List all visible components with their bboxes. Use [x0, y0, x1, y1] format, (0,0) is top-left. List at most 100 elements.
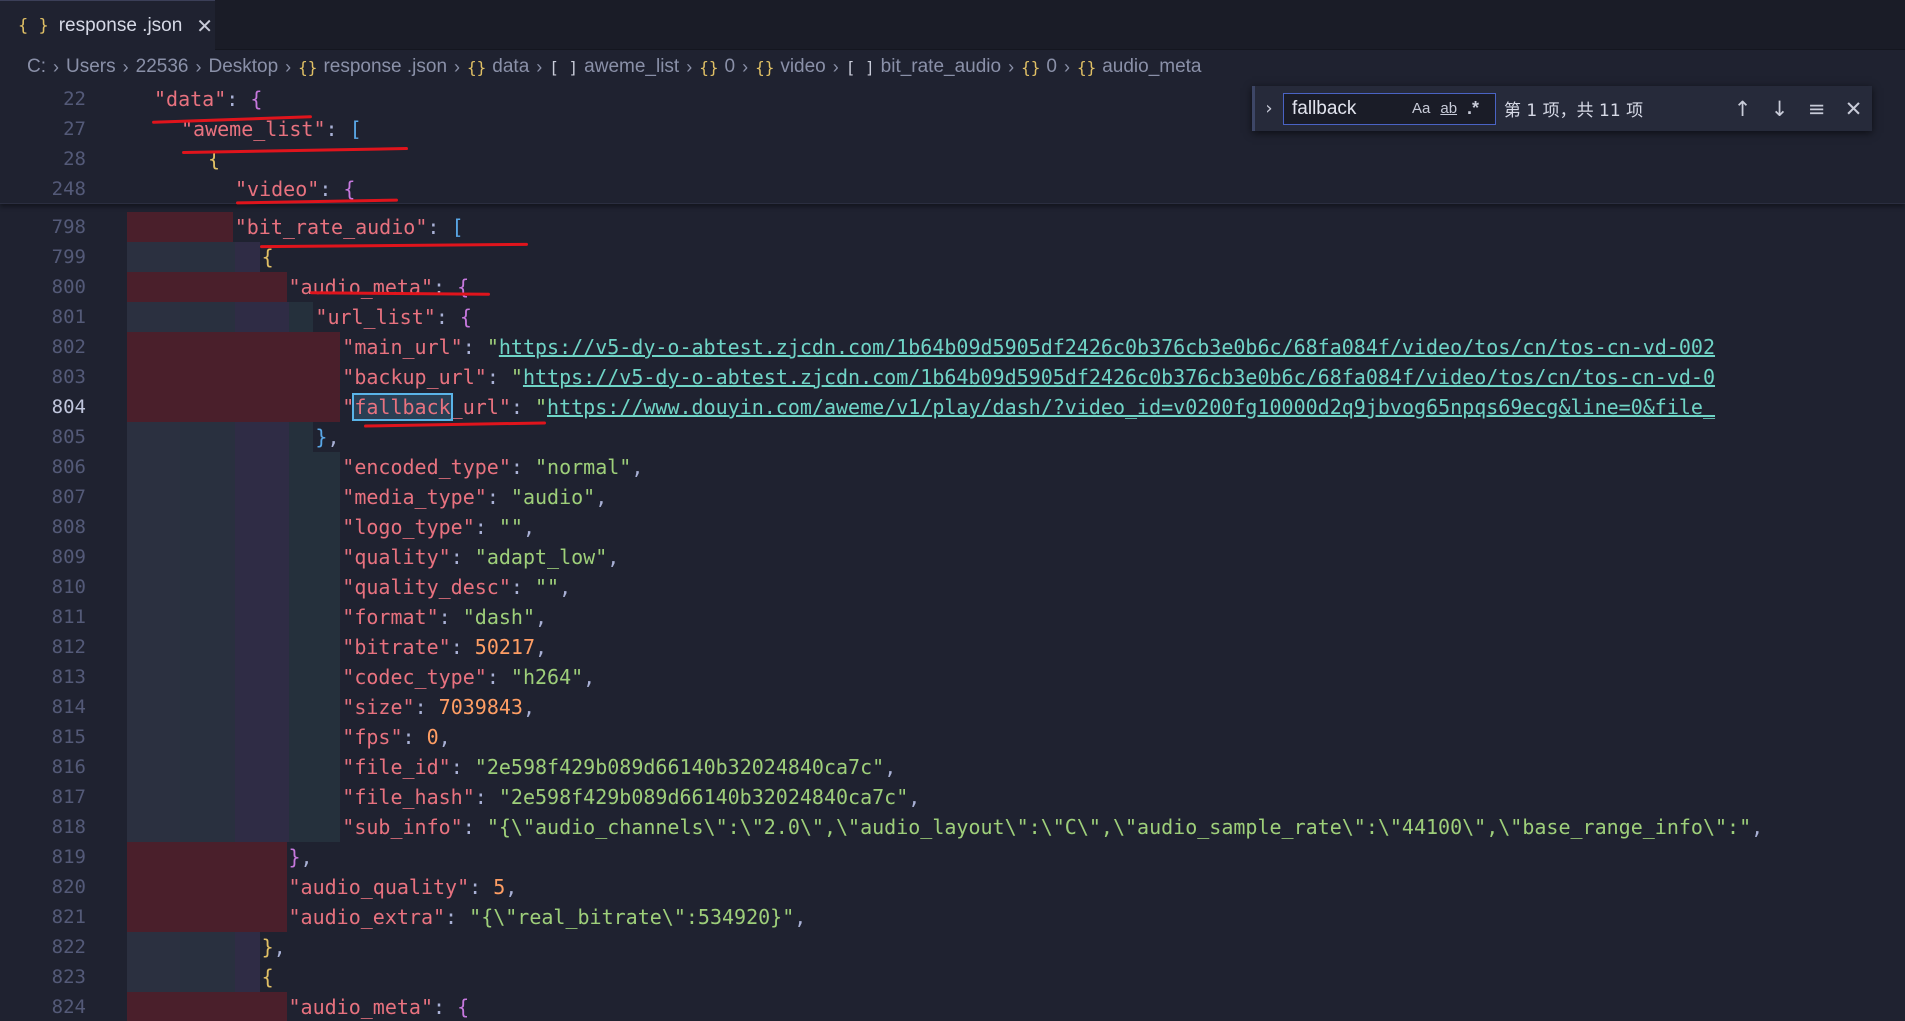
- line-number: 810: [51, 576, 86, 598]
- code-line[interactable]: 810 "quality_desc": "",: [0, 572, 1905, 602]
- line-number: 818: [51, 816, 86, 838]
- match-case-icon[interactable]: Aa: [1412, 100, 1430, 117]
- breadcrumb-label: data: [492, 56, 530, 77]
- line-number: 801: [51, 306, 86, 328]
- code-line[interactable]: 823 {: [0, 962, 1905, 992]
- line-number: 822: [51, 936, 86, 958]
- breadcrumb-item[interactable]: Desktop: [208, 56, 278, 78]
- code-line[interactable]: 806 "encoded_type": "normal",: [0, 452, 1905, 482]
- line-number: 812: [51, 636, 86, 658]
- json-key: bitrate: [354, 635, 439, 659]
- line-number: 808: [51, 516, 86, 538]
- find-in-selection-icon[interactable]: ≡: [1798, 97, 1835, 121]
- toggle-replace-icon[interactable]: ›: [1255, 98, 1283, 119]
- bracket: [: [451, 215, 464, 239]
- bracket: }: [261, 935, 274, 959]
- line-number: 807: [51, 486, 86, 508]
- code-line[interactable]: 818 "sub_info": "{\"audio_channels\":\"2.…: [0, 812, 1905, 842]
- bracket: }: [288, 845, 301, 869]
- code-line[interactable]: 807 "media_type": "audio",: [0, 482, 1905, 512]
- code-line[interactable]: 802 "main_url": "https://v5-dy-o-abtest.z…: [0, 332, 1905, 362]
- code-line[interactable]: 803 "backup_url": "https://v5-dy-o-abtest…: [0, 362, 1905, 392]
- next-match-icon[interactable]: ↓: [1761, 97, 1798, 121]
- code-line[interactable]: 800 "audio_meta": {: [0, 272, 1905, 302]
- breadcrumb-item[interactable]: [ ] aweme_list: [549, 56, 679, 78]
- previous-match-icon[interactable]: ↑: [1724, 97, 1761, 121]
- json-number: 7039843: [438, 695, 523, 719]
- json-key: size: [354, 695, 403, 719]
- code-line[interactable]: 815 "fps": 0,: [0, 722, 1905, 752]
- breadcrumb-item[interactable]: C:: [27, 56, 46, 78]
- breadcrumb-item[interactable]: {} 0: [699, 56, 735, 78]
- code-line[interactable]: 817 "file_hash": "2e598f429b089d66140b320…: [0, 782, 1905, 812]
- bracket: }: [315, 425, 328, 449]
- find-result-count: 第 1 项，共 11 项: [1504, 101, 1644, 121]
- breadcrumb-item[interactable]: [ ] bit_rate_audio: [846, 56, 1001, 78]
- code-line[interactable]: 801 "url_list": {: [0, 302, 1905, 332]
- code-line[interactable]: 809 "quality": "adapt_low",: [0, 542, 1905, 572]
- line-number: 800: [51, 276, 86, 298]
- code-line[interactable]: 816 "file_id": "2e598f429b089d66140b32024…: [0, 752, 1905, 782]
- line-number: 820: [51, 876, 86, 898]
- object-icon: {}: [1076, 57, 1097, 77]
- bracket: {: [261, 965, 274, 989]
- json-key: file_id: [354, 755, 439, 779]
- breadcrumb: C: › Users › 22536 › Desktop ›{} response .json ›…: [0, 50, 1905, 84]
- code-line[interactable]: 819},: [0, 842, 1905, 872]
- breadcrumb-item[interactable]: 22536: [136, 56, 189, 78]
- json-key: audio_quality: [300, 875, 458, 899]
- line-number: 823: [51, 966, 86, 988]
- line-number: 811: [51, 606, 86, 628]
- json-key: data: [166, 87, 215, 111]
- chevron-right-icon: ›: [832, 56, 839, 77]
- code-line[interactable]: 248 "video": {: [0, 174, 1905, 204]
- breadcrumb-item[interactable]: {} video: [755, 56, 826, 78]
- breadcrumb-item[interactable]: {} audio_meta: [1077, 56, 1202, 78]
- breadcrumb-item[interactable]: {} response .json: [298, 56, 447, 78]
- object-icon: {}: [298, 57, 318, 77]
- object-icon: {}: [1021, 57, 1041, 77]
- line-number: 22: [63, 88, 86, 110]
- code-line[interactable]: 808 "logo_type": "",: [0, 512, 1905, 542]
- code-editor[interactable]: 22 "data": { 27 "aweme_list": [ 28 { 248…: [0, 84, 1905, 1021]
- breadcrumb-item[interactable]: {} 0: [1021, 56, 1057, 78]
- close-icon[interactable]: ✕: [196, 14, 213, 38]
- bracket: {: [457, 995, 470, 1019]
- close-icon[interactable]: ✕: [1835, 97, 1872, 121]
- code-line[interactable]: 798 "bit_rate_audio": [: [0, 212, 1905, 242]
- object-icon: {}: [755, 57, 775, 77]
- code-line[interactable]: 821 "audio_extra": "{\"real_bitrate\":534…: [0, 902, 1905, 932]
- whole-word-icon[interactable]: ab: [1440, 100, 1457, 117]
- breadcrumb-item[interactable]: {} data: [467, 56, 529, 78]
- line-number: 803: [51, 366, 86, 388]
- find-input-box[interactable]: Aa ab .*: [1283, 92, 1496, 125]
- json-key: format: [354, 605, 427, 629]
- breadcrumb-label: response .json: [323, 56, 448, 77]
- code-line[interactable]: 811 "format": "dash",: [0, 602, 1905, 632]
- code-line[interactable]: 813 "codec_type": "h264",: [0, 662, 1905, 692]
- json-key: main_url: [354, 335, 451, 359]
- code-line[interactable]: 814 "size": 7039843,: [0, 692, 1905, 722]
- regex-icon[interactable]: .*: [1467, 98, 1479, 119]
- breadcrumb-item[interactable]: Users: [66, 56, 116, 78]
- tab-bar: { } response .json ✕: [0, 0, 1905, 50]
- json-key: file_hash: [354, 785, 463, 809]
- tab-response-json[interactable]: { } response .json ✕: [0, 0, 215, 50]
- code-line[interactable]: 812 "bitrate": 50217,: [0, 632, 1905, 662]
- json-key: bit_rate_audio: [246, 215, 416, 239]
- code-line[interactable]: 822},: [0, 932, 1905, 962]
- code-line[interactable]: 805},: [0, 422, 1905, 452]
- code-line[interactable]: 820 "audio_quality": 5,: [0, 872, 1905, 902]
- find-input[interactable]: [1292, 97, 1402, 120]
- line-number: 798: [51, 216, 86, 238]
- json-number: 50217: [474, 635, 535, 659]
- array-icon: [ ]: [549, 57, 579, 77]
- code-line[interactable]: 804 "fallback_url": "https://www.douyin.c…: [0, 392, 1905, 422]
- chevron-right-icon: ›: [686, 56, 693, 77]
- array-icon: [ ]: [845, 57, 875, 77]
- line-number: 819: [51, 846, 86, 868]
- json-string: 2e598f429b089d66140b32024840ca7c: [510, 785, 897, 809]
- line-number: 804: [51, 396, 86, 418]
- json-file-icon: { }: [18, 15, 49, 36]
- code-line[interactable]: 824 "audio_meta": {: [0, 992, 1905, 1021]
